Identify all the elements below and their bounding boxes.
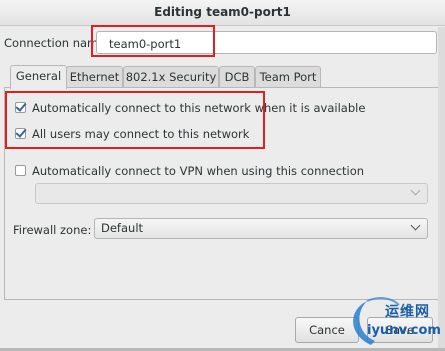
tab-ethernet[interactable]: Ethernet [66, 66, 123, 87]
tab-team-port[interactable]: Team Port [255, 66, 321, 87]
chevron-down-icon [410, 185, 421, 196]
tab-8021x-security[interactable]: 802.1x Security [123, 66, 219, 87]
firewall-zone-select[interactable]: Default [94, 218, 428, 239]
tab-dcb[interactable]: DCB [219, 66, 255, 87]
auto-vpn-option[interactable]: Automatically connect to VPN when using … [15, 164, 364, 178]
firewall-zone-value: Default [101, 221, 144, 235]
dialog-window: Editing team0-port1 Connection name: Gen… [0, 0, 445, 348]
firewall-zone-label: Firewall zone: [13, 223, 92, 237]
vpn-connection-select [35, 183, 428, 204]
tab-general[interactable]: General [10, 65, 67, 89]
window-title: Editing team0-port1 [0, 0, 445, 26]
watermark-cn-text: 运维网 [385, 304, 430, 320]
watermark-logo: 运维网 iyunv.com [341, 293, 445, 348]
auto-vpn-checkbox[interactable] [15, 165, 26, 176]
chevron-down-icon [410, 220, 421, 231]
auto-vpn-label: Automatically connect to VPN when using … [32, 164, 365, 178]
watermark-en-text: iyunv.com [367, 323, 441, 338]
annotation-highlight-name [91, 25, 215, 57]
annotation-highlight-checkboxes [5, 91, 265, 149]
